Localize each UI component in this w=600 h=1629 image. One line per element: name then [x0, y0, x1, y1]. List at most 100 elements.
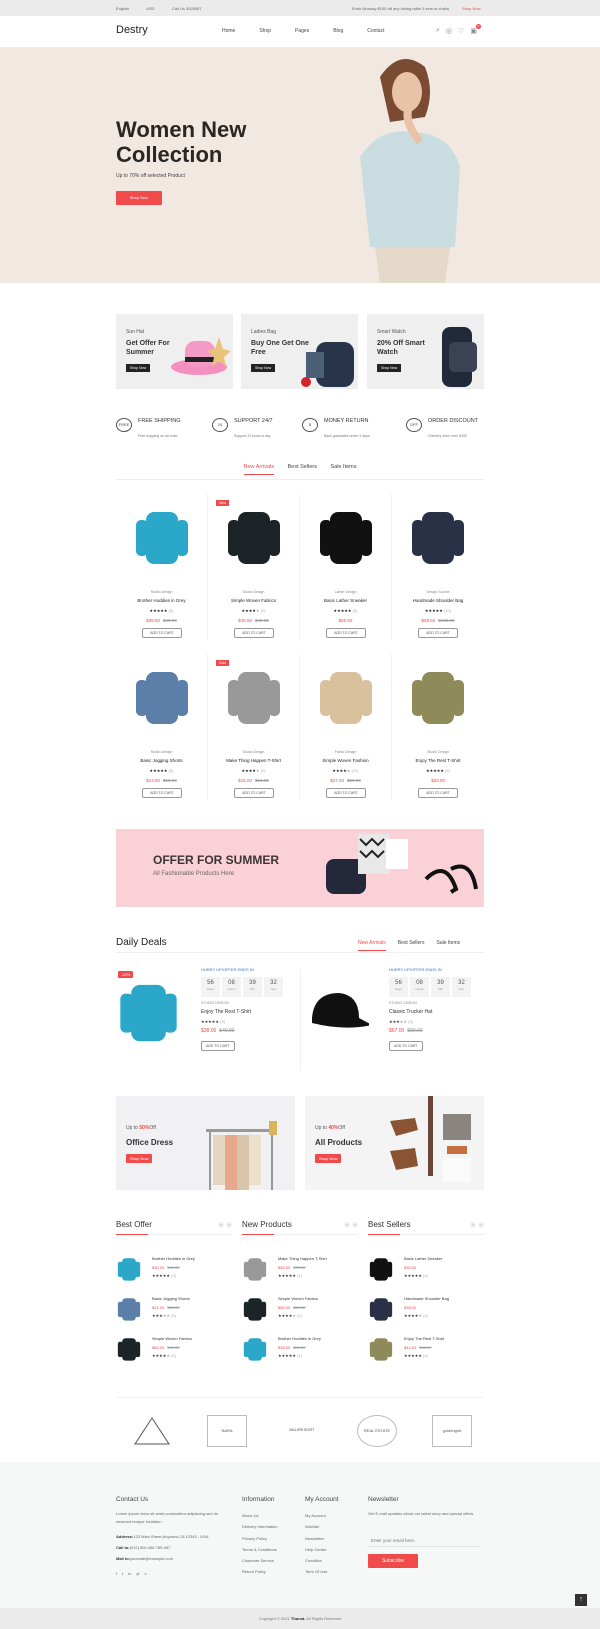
- chevron-right-icon[interactable]: ›: [226, 1222, 232, 1228]
- product-name[interactable]: Handmade Shoulder Bag: [404, 1296, 449, 1301]
- product-image[interactable]: [116, 1254, 142, 1284]
- contact-email[interactable]: Mail to:yourmail@example.com: [116, 1555, 173, 1563]
- promo-shop-button[interactable]: Shop Now: [126, 1154, 153, 1163]
- list-item[interactable]: Basic Lather Sneaker $35.00 ★★★★★ (4): [368, 1254, 484, 1294]
- list-item[interactable]: Simple Woven Fabrics $55.00 $60.00 ★★★★★ …: [242, 1294, 358, 1334]
- nav-home[interactable]: Home: [222, 28, 235, 34]
- product-name[interactable]: Basic Lather Sneaker: [300, 598, 391, 603]
- summer-offer-banner[interactable]: OFFER FOR SUMMER All Fashionable Product…: [116, 829, 484, 907]
- footer-link[interactable]: Condition: [305, 1555, 327, 1566]
- product-card[interactable]: Studio Design Basic Jogging Shorts ★★★★★…: [116, 654, 208, 800]
- product-name[interactable]: Basic Jogging Shorts: [116, 758, 207, 763]
- product-name[interactable]: Basic Lather Sneaker: [404, 1256, 442, 1261]
- subscribe-button[interactable]: Subscribe: [368, 1554, 418, 1568]
- product-image[interactable]: [242, 1334, 268, 1364]
- product-image[interactable]: [316, 662, 376, 732]
- newsletter-email-input[interactable]: Enter your email here..: [368, 1535, 480, 1547]
- product-name[interactable]: Enjoy The Rest T-Shirt: [392, 758, 484, 763]
- product-name[interactable]: Make Thing Happen T-Shirt: [278, 1256, 327, 1261]
- product-card[interactable]: Lather Design Basic Lather Sneaker ★★★★★…: [300, 494, 392, 640]
- footer-link[interactable]: Term Of Use: [305, 1566, 327, 1577]
- chevron-left-icon[interactable]: ‹: [218, 1222, 224, 1228]
- brand-logo[interactable]: NARA: [207, 1415, 247, 1447]
- chevron-right-icon[interactable]: ›: [352, 1222, 358, 1228]
- promo-shop-button[interactable]: Shop Now: [315, 1154, 342, 1163]
- facebook-icon[interactable]: f: [116, 1570, 117, 1578]
- footer-link[interactable]: Delivery Information: [242, 1521, 278, 1532]
- footer-link[interactable]: Return Policy: [242, 1566, 278, 1577]
- tab-sale-items[interactable]: Sale Items: [436, 940, 460, 951]
- banner-ladies-bag[interactable]: Ladies Bag Buy One Get One Free Shop Now: [241, 314, 358, 389]
- list-item[interactable]: Enjoy The Rest T-Shirt $44.00 $48.00 ★★★★…: [368, 1334, 484, 1374]
- add-to-cart-button[interactable]: ADD TO CART: [418, 628, 458, 638]
- add-to-cart-button[interactable]: ADD TO CART: [389, 1041, 423, 1051]
- product-image[interactable]: [408, 662, 468, 732]
- product-name[interactable]: Enjoy The Rest T-Shirt: [201, 1009, 296, 1015]
- product-image[interactable]: [224, 662, 284, 732]
- twitter-icon[interactable]: t: [122, 1570, 123, 1578]
- product-name[interactable]: Brother Hoddies in Grey: [278, 1336, 321, 1341]
- product-name[interactable]: Classic Trucker Hat: [389, 1009, 484, 1015]
- nav-pages[interactable]: Pages: [295, 28, 309, 34]
- product-image[interactable]: [304, 973, 372, 1051]
- product-image[interactable]: [116, 1334, 142, 1364]
- product-image[interactable]: [116, 973, 181, 1051]
- vimeo-icon[interactable]: v: [145, 1570, 147, 1578]
- linkedin-icon[interactable]: in: [128, 1570, 131, 1578]
- heart-icon[interactable]: ♡: [458, 27, 464, 35]
- add-to-cart-button[interactable]: ADD TO CART: [326, 628, 366, 638]
- tab-best-sellers[interactable]: Best Sellers: [288, 464, 317, 474]
- youtube-icon[interactable]: yt: [136, 1570, 139, 1578]
- product-name[interactable]: Simple Woven Fashion: [300, 758, 391, 763]
- product-image[interactable]: [132, 502, 192, 572]
- footer-link[interactable]: Privacy Policy: [242, 1533, 278, 1544]
- currency-select[interactable]: USD: [146, 6, 154, 11]
- footer-link[interactable]: Wishlist: [305, 1521, 327, 1532]
- banner-shop-button[interactable]: Shop Now: [377, 364, 402, 372]
- banner-sun-hat[interactable]: Sun Hat Get Offer For Summer Shop Now: [116, 314, 233, 389]
- add-to-cart-button[interactable]: ADD TO CART: [142, 788, 182, 798]
- product-name[interactable]: Brother Hoddies in Grey: [152, 1256, 195, 1261]
- list-item[interactable]: Simple Woven Fabrics $80.00 $90.00 ★★★★★ …: [116, 1334, 232, 1374]
- list-item[interactable]: Brother Hoddies in Grey $38.00 $40.00 ★★★…: [242, 1334, 358, 1374]
- footer-link[interactable]: Terms & Conditions: [242, 1544, 278, 1555]
- brand-logo[interactable]: goldengrid: [432, 1415, 472, 1447]
- nav-blog[interactable]: Blog: [333, 28, 343, 34]
- cart-icon[interactable]: ▣ 0: [470, 24, 481, 35]
- product-card[interactable]: Design Source Handmade Shoulder Bag ★★★★…: [392, 494, 484, 640]
- banner-shop-button[interactable]: Shop Now: [126, 364, 151, 372]
- product-card[interactable]: Sold Studio Design Make Thing Happen T-S…: [208, 654, 300, 800]
- banner-shop-button[interactable]: Shop Now: [251, 364, 276, 372]
- product-image[interactable]: [368, 1334, 394, 1364]
- banner-smart-watch[interactable]: Smart Watch 20% Off Smart Watch Shop Now: [367, 314, 484, 389]
- chevron-left-icon[interactable]: ‹: [470, 1222, 476, 1228]
- footer-link[interactable]: My Account: [305, 1510, 327, 1521]
- footer-link[interactable]: About Us: [242, 1510, 278, 1521]
- list-item[interactable]: Basic Jogging Shorts $21.00 $25.00 ★★★★★ …: [116, 1294, 232, 1334]
- product-name[interactable]: Basic Jogging Shorts: [152, 1296, 190, 1301]
- tab-new-arrivals[interactable]: New Arrivals: [358, 940, 386, 951]
- product-image[interactable]: [316, 502, 376, 572]
- add-to-cart-button[interactable]: ADD TO CART: [234, 788, 274, 798]
- promo-all-products[interactable]: Up to 40%Off All Products Shop Now: [305, 1096, 484, 1190]
- tab-new-arrivals[interactable]: New Arrivals: [243, 464, 275, 475]
- nav-shop[interactable]: Shop: [259, 28, 271, 34]
- language-select[interactable]: English: [116, 6, 129, 11]
- list-item[interactable]: Make Thing Happen T-Shirt $65.50 $70.00 ★…: [242, 1254, 358, 1294]
- product-image[interactable]: [116, 1294, 142, 1324]
- add-to-cart-button[interactable]: ADD TO CART: [234, 628, 274, 638]
- add-to-cart-button[interactable]: ADD TO CART: [326, 788, 366, 798]
- list-item[interactable]: Handmade Shoulder Bag $38.00 ★★★★★ (2): [368, 1294, 484, 1334]
- product-card[interactable]: Studio Design Enjoy The Rest T-Shirt ★★★…: [392, 654, 484, 800]
- product-image[interactable]: [224, 502, 284, 572]
- product-image[interactable]: [408, 502, 468, 572]
- add-to-cart-button[interactable]: ADD TO CART: [201, 1041, 235, 1051]
- product-card[interactable]: Studio Design Brother Hoddies in Grey ★★…: [116, 494, 208, 640]
- product-image[interactable]: [368, 1254, 394, 1284]
- product-card[interactable]: New Studio Design Simple Woven Fabrics ★…: [208, 494, 300, 640]
- tab-best-sellers[interactable]: Best Sellers: [398, 940, 425, 951]
- footer-link[interactable]: Newsletter: [305, 1533, 327, 1544]
- product-image[interactable]: [242, 1294, 268, 1324]
- hero-shop-button[interactable]: Shop Now: [116, 191, 162, 205]
- product-image[interactable]: [242, 1254, 268, 1284]
